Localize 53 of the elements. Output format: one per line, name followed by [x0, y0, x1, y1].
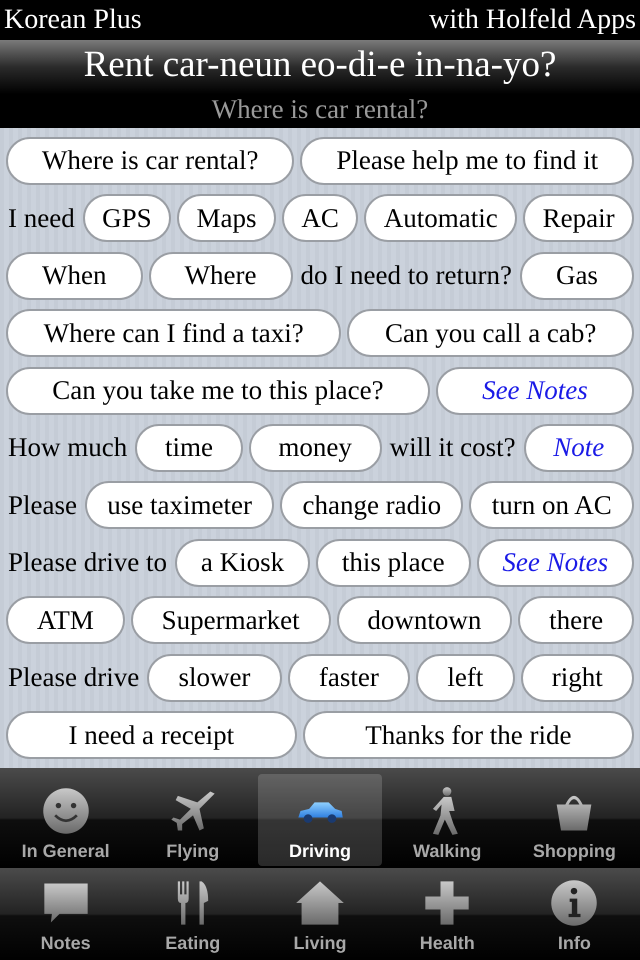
phrase-button[interactable]: time	[135, 424, 243, 472]
tab[interactable]: Health	[386, 874, 509, 958]
phrase-button[interactable]: When	[6, 252, 143, 300]
tab[interactable]: Info	[512, 874, 636, 958]
phrase-button[interactable]: slower	[147, 654, 282, 702]
phrase-button[interactable]: Where	[148, 252, 293, 300]
phrase-button[interactable]: a Kiosk	[174, 538, 310, 587]
notes-button[interactable]: See Notes	[436, 366, 634, 415]
phrase-button[interactable]: Maps	[177, 194, 276, 242]
phrase-label: will it cost?	[388, 432, 517, 464]
credit-text: with Holfeld Apps	[429, 4, 636, 36]
tab[interactable]: Driving	[258, 774, 382, 866]
phrase-button[interactable]: Can you take me to this place?	[6, 366, 430, 415]
phrase-button[interactable]: money	[248, 424, 382, 472]
phrase-button[interactable]: Can you call a cab?	[347, 309, 634, 358]
phrase-button[interactable]: Where can I find a taxi?	[6, 309, 342, 358]
phrase-label: How much	[7, 432, 128, 464]
phrase-button[interactable]: right	[520, 654, 634, 702]
phrase-button[interactable]: AC	[282, 194, 358, 242]
tab[interactable]: Shopping	[512, 774, 636, 866]
tab[interactable]: Eating	[131, 874, 254, 958]
phrase-button[interactable]: Gas	[520, 252, 634, 300]
tab[interactable]: Notes	[4, 874, 128, 958]
phrase-button[interactable]: Repair	[523, 194, 634, 242]
app-name: Korean Plus	[4, 4, 142, 36]
phrase-button[interactable]: use taximeter	[84, 481, 274, 530]
tab[interactable]: Walking	[386, 774, 509, 866]
phrase-button[interactable]: ATM	[6, 596, 125, 644]
phrase-button[interactable]: Where is car rental?	[6, 136, 294, 185]
phrase-label: Please drive	[7, 662, 140, 694]
notes-button[interactable]: See Notes	[476, 538, 634, 587]
phrase-button[interactable]: Supermarket	[130, 596, 330, 644]
phrase-label: I need	[7, 202, 76, 234]
tab[interactable]: Living	[258, 874, 382, 958]
phrase-button[interactable]: Automatic	[364, 194, 518, 242]
phrase-title: Rent car-neun eo-di-e in-na-yo?	[0, 40, 640, 94]
phrase-button[interactable]: downtown	[336, 596, 512, 644]
phrase-button[interactable]: there	[518, 596, 634, 644]
phrase-button[interactable]: change radio	[280, 481, 464, 530]
phrase-label: Please	[7, 490, 78, 521]
phrase-label: do I need to return?	[300, 260, 513, 292]
phrase-button[interactable]: this place	[316, 538, 470, 587]
phrase-button[interactable]: left	[416, 654, 515, 702]
phrase-button[interactable]: Please help me to find it	[300, 136, 634, 185]
tab[interactable]: Flying	[131, 774, 254, 866]
phrase-button[interactable]: GPS	[82, 194, 172, 242]
phrase-button[interactable]: faster	[288, 654, 410, 702]
phrase-label: Please drive to	[7, 547, 168, 578]
tab[interactable]: In General	[4, 774, 128, 866]
phrase-button[interactable]: turn on AC	[469, 481, 634, 530]
notes-button[interactable]: Note	[524, 424, 634, 472]
phrase-button[interactable]: I need a receipt	[6, 711, 297, 760]
phrase-button[interactable]: Thanks for the ride	[302, 711, 634, 760]
